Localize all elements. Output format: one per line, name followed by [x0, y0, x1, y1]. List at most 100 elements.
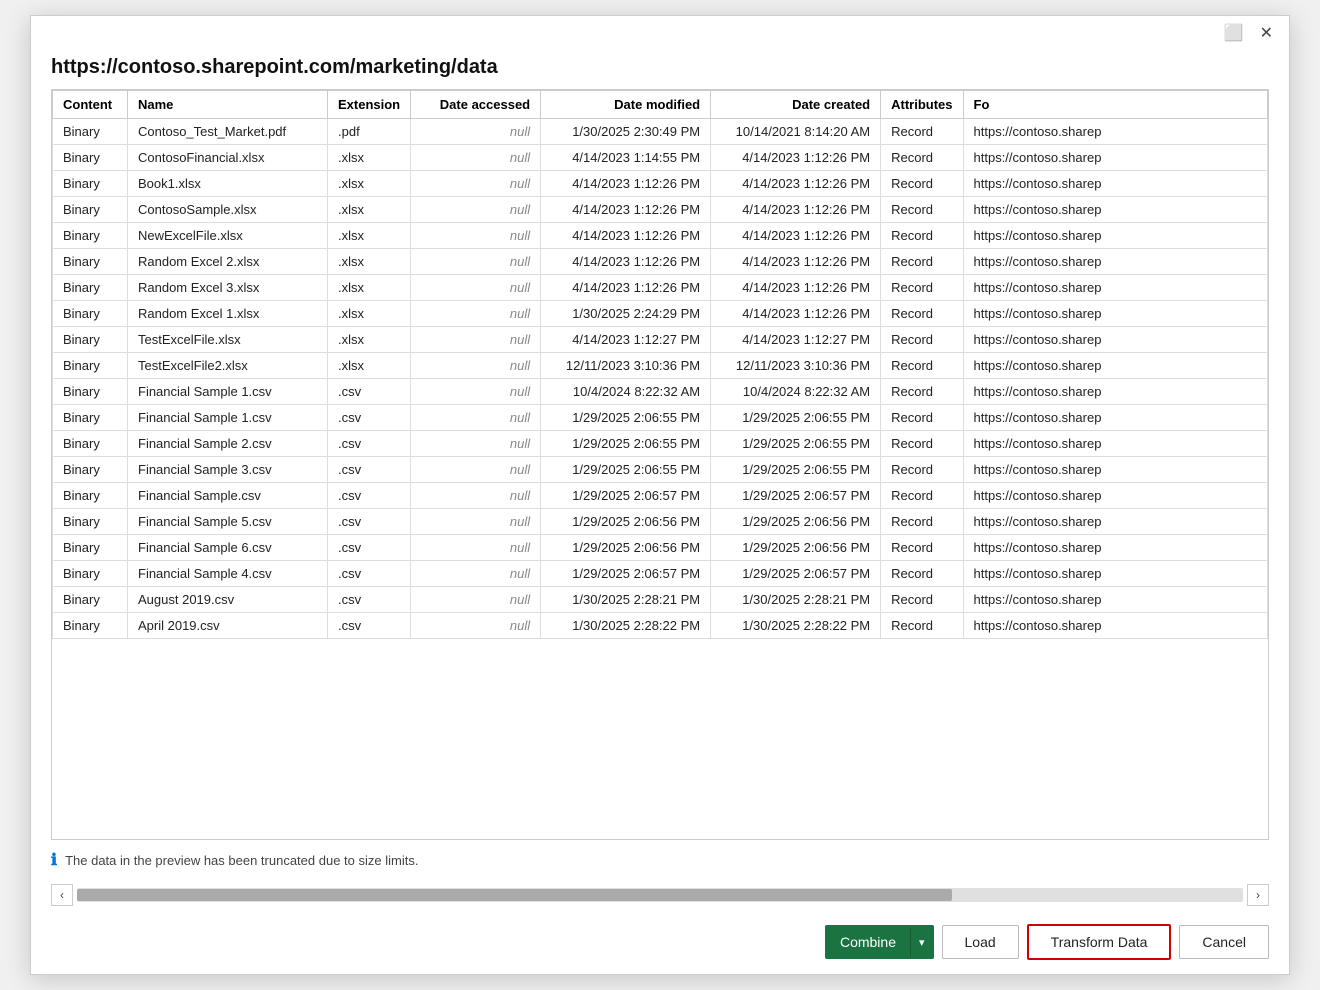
col-header-extension: Extension [328, 91, 411, 119]
table-cell: 10/14/2021 8:14:20 AM [711, 119, 881, 145]
scrollbar-track[interactable] [77, 888, 1243, 902]
table-cell: https://contoso.sharep [963, 431, 1267, 457]
table-row: BinaryTestExcelFile.xlsx.xlsxnull4/14/20… [53, 327, 1268, 353]
table-cell: null [411, 405, 541, 431]
combine-main-button[interactable]: Combine [826, 926, 910, 958]
col-header-name: Name [128, 91, 328, 119]
scroll-left-button[interactable]: ‹ [51, 884, 73, 906]
table-cell: https://contoso.sharep [963, 119, 1267, 145]
table-body: BinaryContoso_Test_Market.pdf.pdfnull1/3… [53, 119, 1268, 639]
table-cell: .xlsx [328, 327, 411, 353]
table-cell: .xlsx [328, 223, 411, 249]
titlebar: ⬜ ✕ [31, 16, 1289, 44]
table-cell: null [411, 457, 541, 483]
table-row: BinaryNewExcelFile.xlsx.xlsxnull4/14/202… [53, 223, 1268, 249]
cancel-button[interactable]: Cancel [1179, 925, 1269, 959]
main-dialog: ⬜ ✕ https://contoso.sharepoint.com/marke… [30, 15, 1290, 975]
table-cell: Random Excel 1.xlsx [128, 301, 328, 327]
table-cell: Record [881, 301, 963, 327]
table-cell: null [411, 119, 541, 145]
table-cell: Financial Sample 2.csv [128, 431, 328, 457]
table-cell: 4/14/2023 1:12:26 PM [711, 249, 881, 275]
table-row: BinaryFinancial Sample 5.csv.csvnull1/29… [53, 509, 1268, 535]
table-cell: Record [881, 431, 963, 457]
restore-button[interactable]: ⬜ [1220, 24, 1248, 44]
table-cell: 1/30/2025 2:28:21 PM [711, 587, 881, 613]
table-cell: null [411, 431, 541, 457]
table-cell: https://contoso.sharep [963, 301, 1267, 327]
table-cell: ContosoSample.xlsx [128, 197, 328, 223]
close-button[interactable]: ✕ [1256, 24, 1277, 44]
table-cell: 4/14/2023 1:12:26 PM [541, 275, 711, 301]
transform-data-button[interactable]: Transform Data [1027, 924, 1172, 960]
dialog-title: https://contoso.sharepoint.com/marketing… [31, 44, 1289, 89]
table-cell: TestExcelFile.xlsx [128, 327, 328, 353]
table-cell: Contoso_Test_Market.pdf [128, 119, 328, 145]
table-cell: 1/29/2025 2:06:57 PM [541, 561, 711, 587]
table-cell: 1/29/2025 2:06:55 PM [711, 457, 881, 483]
table-cell: 4/14/2023 1:12:27 PM [541, 327, 711, 353]
table-cell: Binary [53, 275, 128, 301]
table-cell: Record [881, 405, 963, 431]
table-row: BinaryRandom Excel 1.xlsx.xlsxnull1/30/2… [53, 301, 1268, 327]
combine-dropdown-button[interactable]: ▾ [910, 928, 933, 957]
table-cell: Binary [53, 561, 128, 587]
table-cell: Financial Sample 1.csv [128, 379, 328, 405]
table-cell: ContosoFinancial.xlsx [128, 145, 328, 171]
table-row: BinaryAugust 2019.csv.csvnull1/30/2025 2… [53, 587, 1268, 613]
table-cell: 4/14/2023 1:12:26 PM [711, 223, 881, 249]
scroll-right-button[interactable]: › [1247, 884, 1269, 906]
table-cell: .csv [328, 405, 411, 431]
col-header-date-modified: Date modified [541, 91, 711, 119]
table-cell: 10/4/2024 8:22:32 AM [541, 379, 711, 405]
col-header-attributes: Attributes [881, 91, 963, 119]
table-cell: null [411, 275, 541, 301]
table-cell: 1/29/2025 2:06:55 PM [711, 431, 881, 457]
table-cell: 4/14/2023 1:12:26 PM [711, 171, 881, 197]
table-cell: Record [881, 457, 963, 483]
table-cell: 1/30/2025 2:24:29 PM [541, 301, 711, 327]
table-cell: .xlsx [328, 353, 411, 379]
col-header-date-accessed: Date accessed [411, 91, 541, 119]
table-cell: https://contoso.sharep [963, 535, 1267, 561]
data-table-container[interactable]: Content Name Extension Date accessed Dat… [51, 89, 1269, 840]
table-cell: null [411, 353, 541, 379]
load-button[interactable]: Load [942, 925, 1019, 959]
table-cell: https://contoso.sharep [963, 353, 1267, 379]
table-cell: 1/29/2025 2:06:55 PM [541, 431, 711, 457]
info-bar: ℹ The data in the preview has been trunc… [31, 840, 1289, 880]
table-cell: Financial Sample 3.csv [128, 457, 328, 483]
table-cell: Financial Sample.csv [128, 483, 328, 509]
table-cell: https://contoso.sharep [963, 587, 1267, 613]
info-message: The data in the preview has been truncat… [65, 853, 418, 868]
table-cell: 1/30/2025 2:28:22 PM [711, 613, 881, 639]
table-cell: 1/30/2025 2:28:22 PM [541, 613, 711, 639]
table-row: BinaryContoso_Test_Market.pdf.pdfnull1/3… [53, 119, 1268, 145]
table-cell: .csv [328, 535, 411, 561]
table-cell: 1/29/2025 2:06:57 PM [541, 483, 711, 509]
table-cell: 1/30/2025 2:30:49 PM [541, 119, 711, 145]
table-cell: Binary [53, 119, 128, 145]
table-cell: .csv [328, 457, 411, 483]
table-cell: Book1.xlsx [128, 171, 328, 197]
table-cell: Record [881, 223, 963, 249]
table-cell: Binary [53, 613, 128, 639]
table-cell: .csv [328, 561, 411, 587]
table-cell: Binary [53, 197, 128, 223]
table-cell: .csv [328, 431, 411, 457]
table-cell: April 2019.csv [128, 613, 328, 639]
table-cell: null [411, 509, 541, 535]
col-header-content: Content [53, 91, 128, 119]
table-header-row: Content Name Extension Date accessed Dat… [53, 91, 1268, 119]
dialog-footer: Combine ▾ Load Transform Data Cancel [31, 910, 1289, 974]
table-cell: Binary [53, 509, 128, 535]
table-cell: https://contoso.sharep [963, 483, 1267, 509]
table-row: BinaryFinancial Sample 3.csv.csvnull1/29… [53, 457, 1268, 483]
table-cell: 1/30/2025 2:28:21 PM [541, 587, 711, 613]
table-cell: Binary [53, 145, 128, 171]
table-cell: 1/29/2025 2:06:56 PM [711, 535, 881, 561]
table-cell: https://contoso.sharep [963, 405, 1267, 431]
table-cell: Record [881, 145, 963, 171]
table-cell: Binary [53, 483, 128, 509]
table-cell: .xlsx [328, 145, 411, 171]
